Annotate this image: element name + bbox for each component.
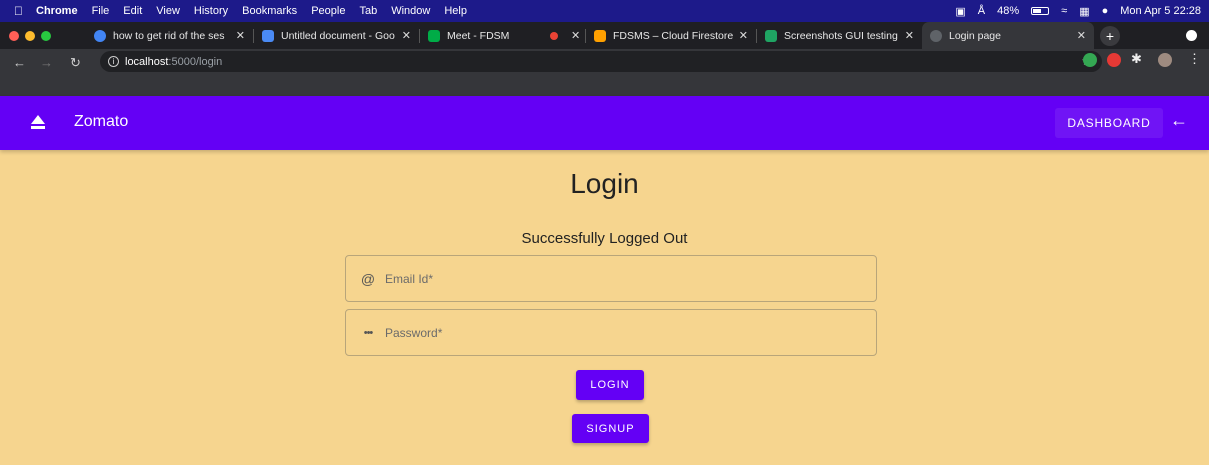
battery-icon[interactable]	[1031, 7, 1050, 15]
battery-percent: 48%	[997, 5, 1020, 17]
menu-app-name[interactable]: Chrome	[36, 5, 78, 17]
close-window-button[interactable]	[9, 30, 19, 41]
firebase-icon	[594, 29, 606, 42]
docs-icon	[262, 29, 274, 42]
password-dots-icon: •••	[363, 326, 374, 339]
tab-title: Login page	[949, 29, 1001, 42]
drive-icon	[765, 29, 777, 42]
profile-avatar[interactable]	[1158, 53, 1172, 67]
tab-google-docs[interactable]: Untitled document - Goo ✕	[254, 22, 419, 49]
tab-title: FDSMS – Cloud Firestore	[613, 29, 733, 42]
minimize-window-button[interactable]	[25, 30, 35, 41]
zoom-window-button[interactable]	[41, 30, 51, 41]
control-center-icon[interactable]: ▦	[1079, 5, 1089, 18]
window-controls	[0, 30, 86, 41]
extension-green-icon[interactable]	[1083, 53, 1097, 67]
back-arrow-icon[interactable]: ←	[13, 55, 26, 70]
tab-title: Screenshots GUI testing	[784, 29, 898, 42]
screen-mirror-icon[interactable]: ▣	[955, 5, 965, 18]
tab-title: how to get rid of the ses	[113, 29, 225, 42]
at-sign-icon: @	[360, 270, 376, 287]
menu-edit[interactable]: Edit	[123, 5, 142, 17]
url-host: localhost	[125, 55, 169, 68]
email-field[interactable]: @	[345, 255, 877, 302]
tab-drive[interactable]: Screenshots GUI testing ✕	[757, 22, 922, 49]
status-message: Successfully Logged Out	[521, 230, 688, 247]
recording-icon	[550, 31, 558, 40]
close-tab-icon[interactable]: ✕	[905, 29, 914, 42]
menu-tab[interactable]: Tab	[359, 5, 377, 17]
tab-strip: how to get rid of the ses ✕ Untitled doc…	[0, 22, 1209, 49]
tab-recording[interactable]: ✕	[530, 22, 585, 49]
close-tab-icon[interactable]: ✕	[236, 29, 245, 42]
forward-arrow-icon[interactable]: →	[40, 55, 53, 70]
menu-view[interactable]: View	[156, 5, 180, 17]
extensions-puzzle-icon[interactable]: ✱	[1131, 51, 1142, 67]
wifi-icon[interactable]: ≈	[1061, 5, 1067, 17]
tab-search-icon[interactable]	[1186, 30, 1197, 41]
menu-clock[interactable]: Mon Apr 5 22:28	[1120, 5, 1201, 17]
new-tab-button[interactable]: +	[1100, 25, 1120, 46]
close-tab-icon[interactable]: ✕	[739, 29, 748, 42]
tab-title: Untitled document - Goo	[281, 29, 395, 42]
google-icon	[94, 29, 106, 42]
tab-title: Meet - FDSM	[447, 29, 510, 42]
dashboard-button[interactable]: DASHBOARD	[1055, 108, 1163, 138]
menu-people[interactable]: People	[311, 5, 345, 17]
page-icon	[930, 29, 942, 42]
macos-menu-bar:  Chrome File Edit View History Bookmark…	[0, 0, 1209, 22]
bluetooth-icon[interactable]: Å	[978, 5, 985, 17]
browser-toolbar: ← → ↻ i localhost:5000/login ☆ ✱ ⋮	[0, 49, 1209, 96]
login-button[interactable]: LOGIN	[576, 370, 644, 400]
tab-login-page[interactable]: Login page ✕	[922, 22, 1094, 49]
password-field[interactable]: •••	[345, 309, 877, 356]
email-input[interactable]	[385, 271, 876, 286]
tab-meet[interactable]: Meet - FDSM	[420, 22, 530, 49]
menu-file[interactable]: File	[92, 5, 110, 17]
app-brand: Zomato	[74, 113, 129, 130]
menu-bookmarks[interactable]: Bookmarks	[242, 5, 297, 17]
siri-icon[interactable]: ●	[1102, 5, 1109, 17]
info-icon[interactable]: i	[108, 56, 119, 67]
close-tab-icon[interactable]: ✕	[571, 29, 580, 42]
url-path: :5000/login	[168, 55, 223, 68]
extension-red-icon[interactable]	[1107, 53, 1121, 67]
menu-help[interactable]: Help	[444, 5, 467, 17]
tab-firestore[interactable]: FDSMS – Cloud Firestore ✕	[586, 22, 756, 49]
back-arrow-icon[interactable]: ←	[1170, 110, 1188, 131]
page-title: Login	[570, 168, 639, 199]
menu-window[interactable]: Window	[391, 5, 430, 17]
chrome-menu-icon[interactable]: ⋮	[1188, 51, 1201, 67]
apple-icon[interactable]: 	[14, 4, 36, 18]
eject-icon[interactable]	[30, 113, 46, 131]
password-input[interactable]	[385, 325, 876, 340]
close-tab-icon[interactable]: ✕	[1077, 29, 1086, 42]
address-bar[interactable]: i localhost:5000/login ☆	[100, 51, 1102, 72]
tab-google-search[interactable]: how to get rid of the ses ✕	[86, 22, 253, 49]
meet-icon	[428, 29, 440, 42]
close-tab-icon[interactable]: ✕	[402, 29, 411, 42]
reload-icon[interactable]: ↻	[70, 55, 81, 71]
signup-button[interactable]: SIGNUP	[572, 414, 649, 443]
menu-history[interactable]: History	[194, 5, 228, 17]
app-header: Zomato DASHBOARD ←	[0, 96, 1209, 150]
